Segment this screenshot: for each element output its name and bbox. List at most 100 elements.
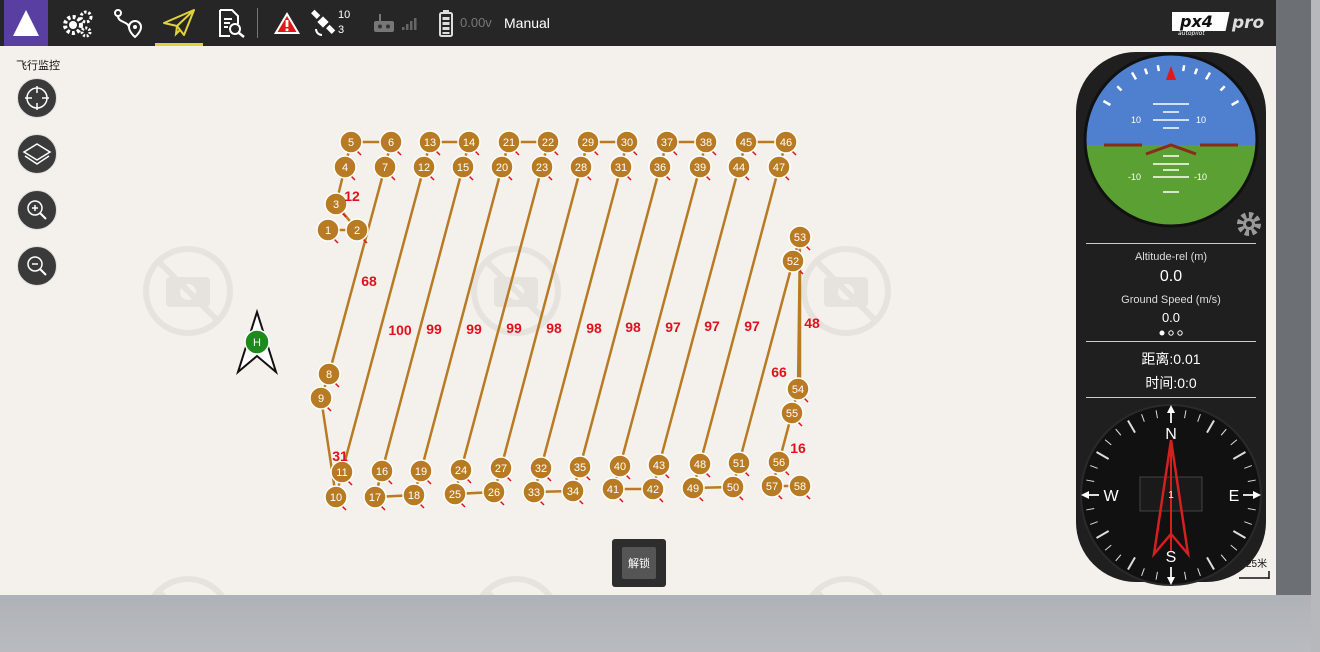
waypoint-number: 50 [727,482,739,494]
instrument-panel: 10 10 -10 -10 Altitude-rel (m) 0.0 Groun… [1076,52,1266,586]
waypoint-marker[interactable]: 35 [568,455,592,481]
waypoint-marker[interactable]: 12 [412,155,436,181]
satellite-count: 10 [338,9,351,21]
waypoint-marker[interactable]: 38 [694,130,718,156]
divider [1086,243,1256,244]
waypoint-marker[interactable]: 13 [418,130,442,156]
waypoint-marker[interactable]: 31 [609,155,633,181]
waypoint-number: 57 [766,481,778,493]
waypoint-marker[interactable]: 47 [767,155,791,181]
waypoint-marker[interactable]: 50 [721,475,745,501]
analyze-button[interactable] [210,0,250,46]
zoom-in-button[interactable] [17,190,57,230]
waypoint-marker[interactable]: 28 [569,155,593,181]
waypoint-marker[interactable]: 40 [608,454,632,480]
toolbar-separator [257,8,258,38]
waypoint-number: 20 [496,162,508,174]
waypoint-number: 42 [647,484,659,496]
arm-button[interactable]: 解锁 [612,539,666,587]
waypoint-marker[interactable]: 24 [449,458,473,484]
waypoint-marker[interactable]: 10 [324,485,348,511]
divider [1086,397,1256,398]
flight-mode-selector[interactable]: Manual [504,15,550,31]
waypoint-marker[interactable]: 48 [688,452,712,478]
waypoint-marker[interactable]: 23 [530,155,554,181]
waypoint-number: 19 [415,466,427,478]
waypoint-number: 56 [773,457,785,469]
zoom-out-button[interactable] [17,246,57,286]
waypoint-number: 15 [457,162,469,174]
qgc-logo-button[interactable] [4,0,48,46]
waypoint-number: 32 [535,463,547,475]
waypoint-marker[interactable]: 14 [457,130,481,156]
waypoint-marker[interactable]: 34 [561,479,585,505]
waypoint-marker[interactable]: 51 [727,451,751,477]
waypoint-number: 17 [369,492,381,504]
waypoint-marker[interactable]: 30 [615,130,639,156]
waypoint-marker[interactable]: 6 [379,130,403,156]
waypoint-marker[interactable]: 26 [482,480,506,506]
waypoint-marker[interactable]: 36 [648,155,672,181]
waypoint-marker[interactable]: 41 [601,477,625,503]
waypoint-number: 40 [614,461,626,473]
settings-button[interactable] [58,0,98,46]
signal-indicator [400,0,420,46]
waypoint-marker[interactable]: 5 [339,130,363,156]
waypoint-marker[interactable]: 9 [309,386,333,412]
fly-view-button[interactable] [155,0,203,46]
layers-button[interactable] [17,134,57,174]
home-marker[interactable]: H [236,308,278,375]
waypoint-number: 22 [542,137,554,149]
zoom-out-icon [27,256,47,276]
waypoint-marker[interactable]: 58 [788,474,812,500]
battery-indicator[interactable] [436,0,456,46]
rc-rssi-indicator[interactable] [370,0,398,46]
waypoint-marker[interactable]: 25 [443,482,467,508]
divider [1086,341,1256,342]
waypoint-marker[interactable]: 17 [363,485,387,511]
crosshair-icon [25,86,49,110]
waypoint-marker[interactable]: 21 [497,130,521,156]
waypoint-marker[interactable]: 57 [760,474,784,500]
waypoint-marker[interactable]: 32 [529,456,553,482]
waypoint-marker[interactable]: 18 [402,483,426,509]
waypoint-marker[interactable]: 56 [767,450,791,476]
plan-view-button[interactable] [108,0,148,46]
waypoint-marker[interactable]: 16 [370,459,394,485]
waypoint-number: 21 [503,137,515,149]
battery-icon [439,10,453,37]
waypoint-marker[interactable]: 20 [490,155,514,181]
waypoint-marker[interactable]: 29 [576,130,600,156]
waypoint-marker[interactable]: 1 [316,218,340,244]
waypoint-marker[interactable]: 22 [536,130,560,156]
center-map-button[interactable] [17,78,57,118]
waypoint-marker[interactable]: 8 [317,362,341,388]
waypoint-marker[interactable]: 45 [734,130,758,156]
gps-indicator[interactable] [310,0,338,46]
waypoint-number: 37 [661,137,673,149]
waypoint-marker[interactable]: 4 [333,155,357,181]
waypoint-marker[interactable]: 53 [788,225,812,251]
waypoint-marker[interactable]: 27 [489,456,513,482]
waypoint-marker[interactable]: 44 [727,155,751,181]
waypoint-marker[interactable]: 54 [786,377,810,403]
desktop-edge [1311,0,1320,652]
segment-distance-label: 48 [804,315,820,331]
waypoint-number: 29 [582,137,594,149]
waypoint-marker[interactable]: 46 [774,130,798,156]
waypoint-marker[interactable]: 15 [451,155,475,181]
waypoint-marker[interactable]: 7 [373,155,397,181]
waypoint-marker[interactable]: 39 [688,155,712,181]
messages-indicator[interactable] [270,0,304,46]
page-dots[interactable] [1076,328,1266,338]
waypoint-marker[interactable]: 55 [780,401,804,427]
waypoint-number: 35 [574,462,586,474]
svg-text:autopilot: autopilot [1178,30,1205,36]
waypoint-marker[interactable]: 42 [641,477,665,503]
waypoint-marker[interactable]: 37 [655,130,679,156]
waypoint-marker[interactable]: 19 [409,459,433,485]
gear-icon[interactable] [1234,209,1264,239]
waypoint-marker[interactable]: 33 [522,480,546,506]
waypoint-marker[interactable]: 49 [681,476,705,502]
waypoint-marker[interactable]: 43 [647,453,671,479]
